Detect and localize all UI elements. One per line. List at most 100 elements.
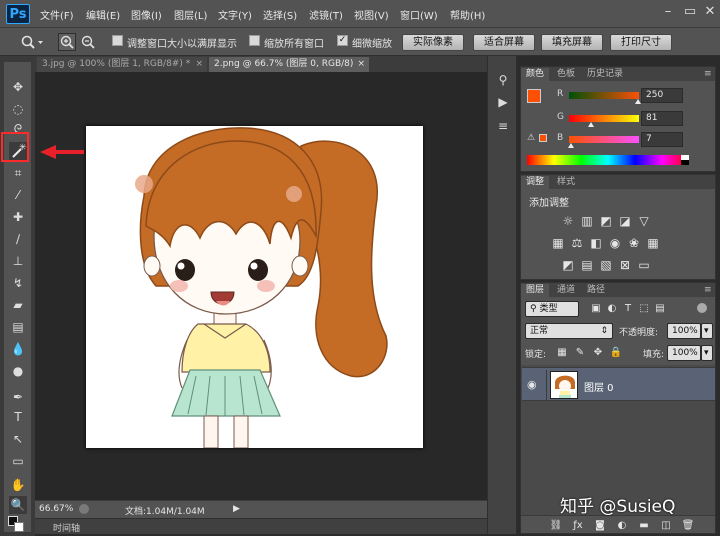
scrubby-zoom-checkbox[interactable]: ✓ — [337, 35, 348, 46]
opacity-arrow-icon[interactable]: ▾ — [701, 323, 713, 339]
zoom-out-icon[interactable] — [79, 33, 97, 51]
brightness-contrast-icon[interactable]: ☼ — [561, 215, 575, 228]
zoom-all-checkbox[interactable] — [249, 35, 260, 46]
menu-type[interactable]: 文字(Y) — [218, 7, 252, 22]
exposure-icon[interactable]: ◪ — [618, 215, 632, 228]
channel-mixer-icon[interactable]: ❀ — [627, 237, 641, 250]
move-tool-icon[interactable]: ✥ — [9, 78, 27, 96]
menu-view[interactable]: 视图(V) — [354, 7, 389, 22]
layer-row-0[interactable]: ◉ 图层 0 — [522, 367, 715, 401]
lock-position-icon[interactable]: ✥ — [591, 346, 605, 359]
menu-filter[interactable]: 滤镜(T) — [309, 7, 343, 22]
status-info-icon[interactable] — [79, 504, 89, 514]
restore-button[interactable]: ▭ — [682, 4, 698, 20]
resize-windows-checkbox[interactable] — [112, 35, 123, 46]
doc-tab-close-icon[interactable]: × — [195, 57, 203, 72]
g-slider-handle[interactable] — [588, 122, 595, 127]
new-group-icon[interactable]: ▬ — [637, 519, 651, 532]
color-balance-icon[interactable]: ⚖ — [570, 237, 584, 250]
menu-file[interactable]: 文件(F) — [40, 7, 74, 22]
layer-thumbnail[interactable] — [550, 371, 578, 399]
brush-tool-icon[interactable]: ∕ — [9, 230, 27, 248]
vibrance-icon[interactable]: ▽ — [637, 215, 651, 228]
layer-name[interactable]: 图层 0 — [584, 379, 614, 394]
link-layers-icon[interactable]: ⛓ — [549, 519, 563, 532]
posterize-icon[interactable]: ▤ — [580, 259, 594, 272]
gradient-map-icon[interactable]: ▭ — [637, 259, 651, 272]
rectangle-tool-icon[interactable]: ▭ — [9, 452, 27, 470]
visibility-eye-icon[interactable]: ◉ — [527, 378, 537, 391]
blend-mode-dropdown[interactable]: 正常 ⇕ — [525, 323, 613, 339]
pen-tool-icon[interactable]: ✒ — [9, 388, 27, 406]
doc-tab-close-icon[interactable]: × — [357, 57, 365, 72]
tab-color[interactable]: 颜色 — [521, 68, 550, 81]
layer-mask-icon[interactable]: ◙ — [593, 519, 607, 532]
type-tool-icon[interactable]: T — [9, 408, 27, 426]
filter-shape-icon[interactable]: ⬚ — [637, 302, 651, 315]
fill-screen-button[interactable]: 填充屏幕 — [541, 34, 603, 51]
gradient-tool-icon[interactable]: ▤ — [9, 318, 27, 336]
spectrum-black-swatch[interactable] — [681, 160, 689, 165]
black-white-icon[interactable]: ◧ — [589, 237, 603, 250]
filter-adjustment-icon[interactable]: ◐ — [605, 302, 619, 315]
zoom-tool-preset-icon[interactable] — [20, 34, 44, 50]
doc-tab-2png[interactable]: 2.png @ 66.7% (图层 0, RGB/8) × — [209, 57, 369, 72]
zoom-tool-icon[interactable]: 🔍 — [9, 496, 27, 514]
history-panel-icon[interactable]: ⚲ — [495, 72, 511, 88]
selective-color-icon[interactable]: ⊠ — [618, 259, 632, 272]
status-menu-arrow-icon[interactable]: ▶ — [233, 504, 241, 514]
tab-adjustments[interactable]: 调整 — [521, 176, 550, 189]
ellipse-marquee-tool-icon[interactable]: ◌ — [9, 100, 27, 118]
foreground-swatch[interactable] — [527, 89, 541, 103]
layer-style-icon[interactable]: ƒx — [571, 519, 585, 532]
filter-toggle-icon[interactable] — [697, 303, 707, 313]
fit-screen-button[interactable]: 适合屏幕 — [473, 34, 535, 51]
timeline-label[interactable]: 时间轴 — [53, 521, 80, 534]
g-slider[interactable] — [569, 115, 639, 122]
b-slider[interactable] — [569, 136, 639, 143]
lock-transparency-icon[interactable]: ▦ — [555, 346, 569, 359]
opacity-field[interactable]: 100% — [667, 323, 701, 339]
levels-icon[interactable]: ▥ — [580, 215, 594, 228]
doc-tab-3jpg[interactable]: 3.jpg @ 100% (图层 1, RGB/8#) * × — [37, 57, 207, 72]
eraser-tool-icon[interactable]: ▰ — [9, 296, 27, 314]
color-spectrum-bar[interactable] — [527, 155, 689, 165]
menu-edit[interactable]: 编辑(E) — [86, 7, 120, 22]
lock-all-icon[interactable]: 🔒 — [609, 346, 623, 359]
fill-arrow-icon[interactable]: ▾ — [701, 345, 713, 361]
lock-pixels-icon[interactable]: ✎ — [573, 346, 587, 359]
color-lookup-icon[interactable]: ▦ — [646, 237, 660, 250]
zoom-level[interactable]: 66.67% — [39, 504, 73, 516]
tab-paths[interactable]: 路径 — [582, 284, 610, 297]
panel-menu-icon[interactable]: ≡ — [699, 284, 717, 297]
hue-saturation-icon[interactable]: ▦ — [551, 237, 565, 250]
properties-panel-icon[interactable]: ≡ — [495, 118, 511, 134]
invert-icon[interactable]: ◩ — [561, 259, 575, 272]
delete-layer-icon[interactable]: 🗑 — [681, 519, 695, 532]
filter-pixel-icon[interactable]: ▣ — [589, 302, 603, 315]
r-slider-handle[interactable] — [634, 99, 641, 104]
new-layer-icon[interactable]: ◫ — [659, 519, 673, 532]
healing-brush-tool-icon[interactable]: ✚ — [9, 208, 27, 226]
clone-stamp-tool-icon[interactable]: ⊥ — [9, 252, 27, 270]
close-window-button[interactable]: ✕ — [702, 4, 718, 20]
threshold-icon[interactable]: ▧ — [599, 259, 613, 272]
document-canvas[interactable] — [86, 126, 423, 448]
blur-tool-icon[interactable]: 💧 — [9, 340, 27, 358]
menu-select[interactable]: 选择(S) — [263, 7, 297, 22]
fill-field[interactable]: 100% — [667, 345, 701, 361]
hand-tool-icon[interactable]: ✋ — [9, 476, 27, 494]
tab-history[interactable]: 历史记录 — [582, 68, 628, 81]
r-slider[interactable] — [569, 92, 639, 99]
gamut-warning-icon[interactable]: ⚠ — [527, 133, 535, 143]
actions-panel-icon[interactable]: ▶ — [495, 94, 511, 110]
print-size-button[interactable]: 打印尺寸 — [610, 34, 672, 51]
b-value-field[interactable]: 7 — [641, 132, 683, 147]
g-value-field[interactable]: 81 — [641, 111, 683, 126]
tab-swatches[interactable]: 色板 — [552, 68, 580, 81]
dodge-tool-icon[interactable]: ● — [9, 362, 27, 380]
b-slider-handle[interactable] — [568, 143, 575, 148]
minimize-button[interactable]: – — [660, 4, 676, 20]
filter-type-icon[interactable]: T — [621, 302, 635, 315]
menu-help[interactable]: 帮助(H) — [450, 7, 485, 22]
